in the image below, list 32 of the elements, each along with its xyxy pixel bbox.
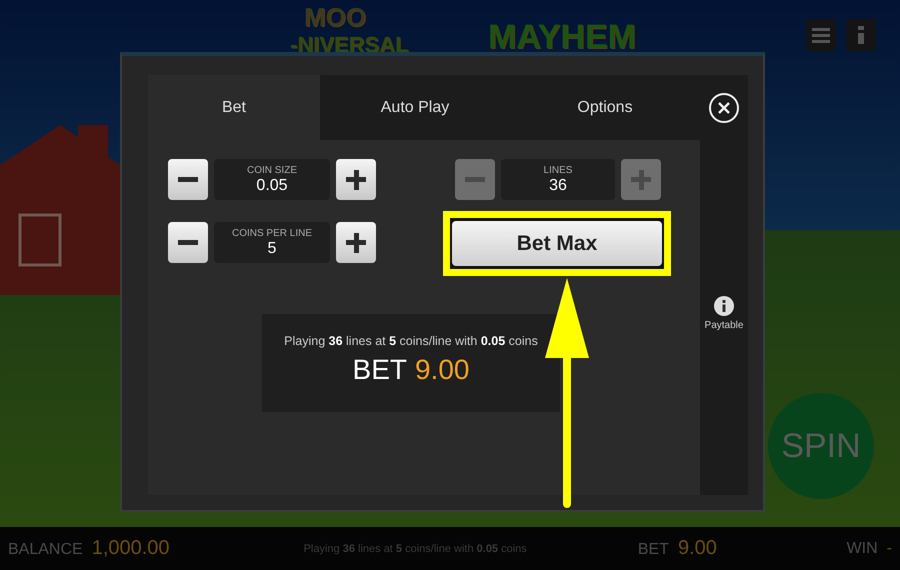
info-button[interactable] — [846, 19, 876, 51]
bet-value: 9.00 — [678, 537, 717, 560]
win-value: - — [886, 540, 892, 558]
field-label: COINS PER LINE — [232, 228, 312, 238]
bet-summary-text: Playing 36 lines at 5 coins/line with 0.05 coins — [284, 334, 538, 348]
field-label: LINES — [544, 164, 572, 176]
field-value: 0.05 — [256, 176, 288, 194]
bet-label: BET — [638, 541, 669, 559]
field-label: COIN SIZE — [246, 164, 297, 176]
tab[interactable]: Bet — [148, 75, 320, 140]
bet-max-button[interactable]: Bet Max — [452, 221, 662, 266]
close-button[interactable] — [709, 92, 739, 122]
increase-button[interactable] — [336, 159, 376, 200]
info-icon — [714, 296, 734, 316]
minus-icon — [178, 177, 198, 182]
menu-icon — [812, 27, 830, 43]
minus-icon — [465, 177, 485, 182]
info-icon — [858, 26, 864, 44]
field-value: 5 — [268, 240, 276, 258]
win-label: WIN — [846, 540, 878, 558]
decrease-button[interactable] — [168, 159, 208, 200]
bet-label: BET — [352, 354, 407, 386]
menu-button[interactable] — [806, 19, 836, 51]
paytable-button[interactable]: Paytable — [704, 296, 744, 334]
minus-icon — [178, 240, 198, 245]
balance-value: 1,000.00 — [92, 537, 170, 560]
field-value: 36 — [549, 176, 567, 194]
balance-label: BALANCE — [8, 541, 83, 559]
bet-value: 9.00 — [414, 354, 470, 386]
close-icon — [718, 102, 730, 114]
increase-button[interactable] — [336, 222, 376, 263]
decrease-button[interactable] — [168, 222, 208, 263]
